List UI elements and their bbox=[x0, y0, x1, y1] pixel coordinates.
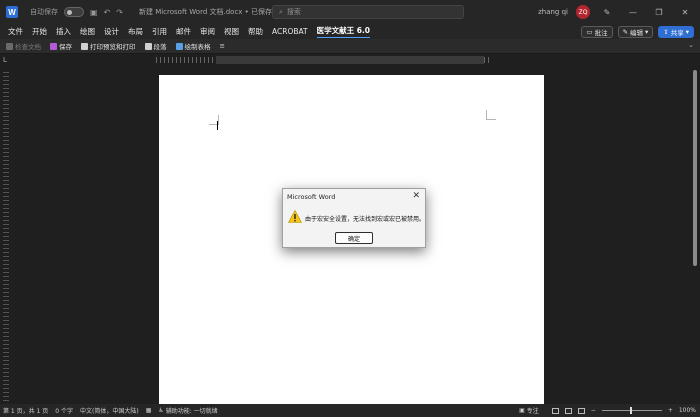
dialog-message: 由于宏安全设置，无法找到宏或宏已被禁用。 bbox=[305, 216, 426, 223]
search-box[interactable]: ⌕ 搜索 bbox=[272, 5, 464, 19]
read-mode-icon[interactable] bbox=[551, 407, 559, 414]
pencil-icon: ✎ bbox=[622, 27, 629, 36]
chevron-down-icon: ▾ bbox=[645, 27, 649, 36]
zoom-slider[interactable] bbox=[601, 407, 662, 414]
macro-status-icon[interactable]: ▦ bbox=[146, 407, 152, 414]
ok-button[interactable]: 确定 bbox=[335, 232, 373, 244]
check-icon bbox=[6, 42, 13, 50]
menu-item-references[interactable]: 引用 bbox=[152, 26, 167, 37]
accessibility-icon: ♿ bbox=[158, 407, 164, 414]
print-preview-label: 打印预览和打印 bbox=[90, 43, 136, 51]
minimize-button[interactable]: — bbox=[624, 8, 642, 17]
menu-item-review[interactable]: 审阅 bbox=[200, 26, 215, 37]
menu-item-home[interactable]: 开始 bbox=[32, 26, 47, 37]
search-placeholder: 搜索 bbox=[286, 8, 301, 16]
edit-mode-button[interactable]: ✎ 编辑 ▾ bbox=[617, 25, 654, 38]
focus-icon: ▣ bbox=[519, 407, 525, 414]
menu-item-design[interactable]: 设计 bbox=[104, 26, 119, 37]
collapse-ribbon-icon[interactable]: ⌄ bbox=[688, 41, 694, 49]
save-label: 保存 bbox=[59, 43, 72, 51]
pen-icon[interactable]: ✎ bbox=[598, 8, 616, 17]
macro-warning-dialog: Microsoft Word ✕ 由于宏安全设置，无法找到宏或宏已被禁用。 确定 bbox=[282, 188, 426, 248]
focus-label: 专注 bbox=[526, 408, 539, 415]
vertical-ruler bbox=[3, 72, 9, 402]
avatar[interactable]: ZQ bbox=[576, 5, 590, 19]
word-count[interactable]: 0 个字 bbox=[55, 406, 73, 415]
share-label: 共享 bbox=[670, 28, 684, 37]
zoom-slider-knob[interactable] bbox=[629, 407, 632, 414]
search-icon: ⌕ bbox=[279, 7, 283, 16]
edit-label: 编辑 bbox=[630, 28, 644, 37]
menu-item-file[interactable]: 文件 bbox=[8, 26, 23, 37]
language-status[interactable]: 中文(简体，中国大陆) bbox=[80, 406, 139, 415]
paragraph-label: 段落 bbox=[153, 43, 167, 51]
menu-item-help[interactable]: 帮助 bbox=[248, 26, 263, 37]
title-bar: W 自动保存 ▣ ↶ ↷ 新建 Microsoft Word 文档.docx •… bbox=[0, 0, 700, 24]
chevron-down-icon: ▾ bbox=[685, 27, 689, 36]
menu-item-view[interactable]: 视图 bbox=[224, 26, 239, 37]
web-layout-icon[interactable] bbox=[577, 407, 585, 414]
paragraph-icon bbox=[144, 42, 152, 50]
vertical-scrollbar[interactable] bbox=[693, 70, 698, 403]
zoom-in-icon[interactable]: + bbox=[668, 407, 673, 414]
ribbon-more-button[interactable]: ≡ bbox=[220, 42, 225, 50]
menu-item-insert[interactable]: 插入 bbox=[56, 26, 71, 37]
word-logo-icon: W bbox=[6, 6, 18, 18]
focus-button[interactable]: ▣ 专注 bbox=[519, 406, 539, 415]
menu-item-mailings[interactable]: 邮件 bbox=[176, 26, 191, 37]
undo-icon[interactable]: ↶ bbox=[104, 8, 111, 17]
draw-table-label: 绘制表格 bbox=[184, 43, 211, 51]
printer-icon bbox=[81, 42, 88, 50]
autosave-label: 自动保存 bbox=[30, 8, 58, 16]
autosave-toggle[interactable] bbox=[64, 7, 84, 17]
more-options-icon: ≡ bbox=[219, 42, 225, 50]
check-document-label: 检查文档 bbox=[15, 43, 41, 51]
close-icon[interactable]: ✕ bbox=[412, 191, 420, 201]
check-document-button[interactable]: 检查文档 bbox=[6, 41, 41, 51]
menu-item-medical-literature[interactable]: 医学文献王 6.0 bbox=[316, 25, 371, 38]
user-name[interactable]: zhang qi bbox=[538, 8, 568, 16]
comment-label: 批注 bbox=[594, 28, 608, 37]
menu-item-acrobat[interactable]: ACROBAT bbox=[272, 27, 308, 36]
share-button[interactable]: ⇪ 共享 ▾ bbox=[658, 25, 694, 38]
dialog-title: Microsoft Word bbox=[287, 193, 336, 201]
comment-button[interactable]: ▭ 批注 bbox=[581, 25, 613, 38]
close-window-button[interactable]: ✕ bbox=[676, 8, 694, 17]
scrollbar-thumb[interactable] bbox=[693, 70, 697, 266]
table-icon bbox=[175, 42, 183, 50]
comment-icon: ▭ bbox=[586, 27, 593, 36]
zoom-level[interactable]: 100% bbox=[679, 407, 696, 414]
crop-mark-top-right bbox=[486, 110, 496, 120]
status-bar: 第 1 页，共 1 页 0 个字 中文(简体，中国大陆) ▦ ♿ 辅助功能: 一… bbox=[0, 404, 700, 417]
page-count[interactable]: 第 1 页，共 1 页 bbox=[3, 406, 48, 415]
draw-table-button[interactable]: 绘制表格 bbox=[175, 41, 211, 51]
text-cursor bbox=[217, 121, 218, 130]
save-button[interactable]: 保存 bbox=[50, 41, 72, 51]
horizontal-ruler: L bbox=[0, 54, 700, 66]
redo-icon[interactable]: ↷ bbox=[116, 8, 123, 17]
print-layout-icon[interactable] bbox=[564, 407, 572, 414]
ribbon-toolbar: 检查文档 保存 打印预览和打印 段落 绘制表格 ≡ ⌄ bbox=[0, 39, 700, 54]
ruler-text-area[interactable] bbox=[216, 56, 484, 64]
accessibility-label: 辅助功能: 一切就绪 bbox=[165, 408, 218, 415]
menu-item-layout[interactable]: 布局 bbox=[128, 26, 143, 37]
save-icon[interactable]: ▣ bbox=[90, 8, 98, 17]
paragraph-button[interactable]: 段落 bbox=[144, 41, 167, 51]
zoom-out-icon[interactable]: − bbox=[591, 407, 596, 414]
accessibility-status[interactable]: ♿ 辅助功能: 一切就绪 bbox=[158, 406, 217, 415]
share-icon: ⇪ bbox=[663, 27, 669, 36]
save-icon bbox=[50, 42, 57, 50]
warning-icon bbox=[288, 210, 302, 223]
tab-selector-icon[interactable]: L bbox=[3, 56, 7, 64]
print-preview-button[interactable]: 打印预览和打印 bbox=[81, 41, 136, 51]
menu-bar: 文件 开始 插入 绘图 设计 布局 引用 邮件 审阅 视图 帮助 ACROBAT… bbox=[0, 24, 700, 39]
menu-item-draw[interactable]: 绘图 bbox=[80, 26, 95, 37]
restore-button[interactable]: ❐ bbox=[650, 8, 668, 17]
